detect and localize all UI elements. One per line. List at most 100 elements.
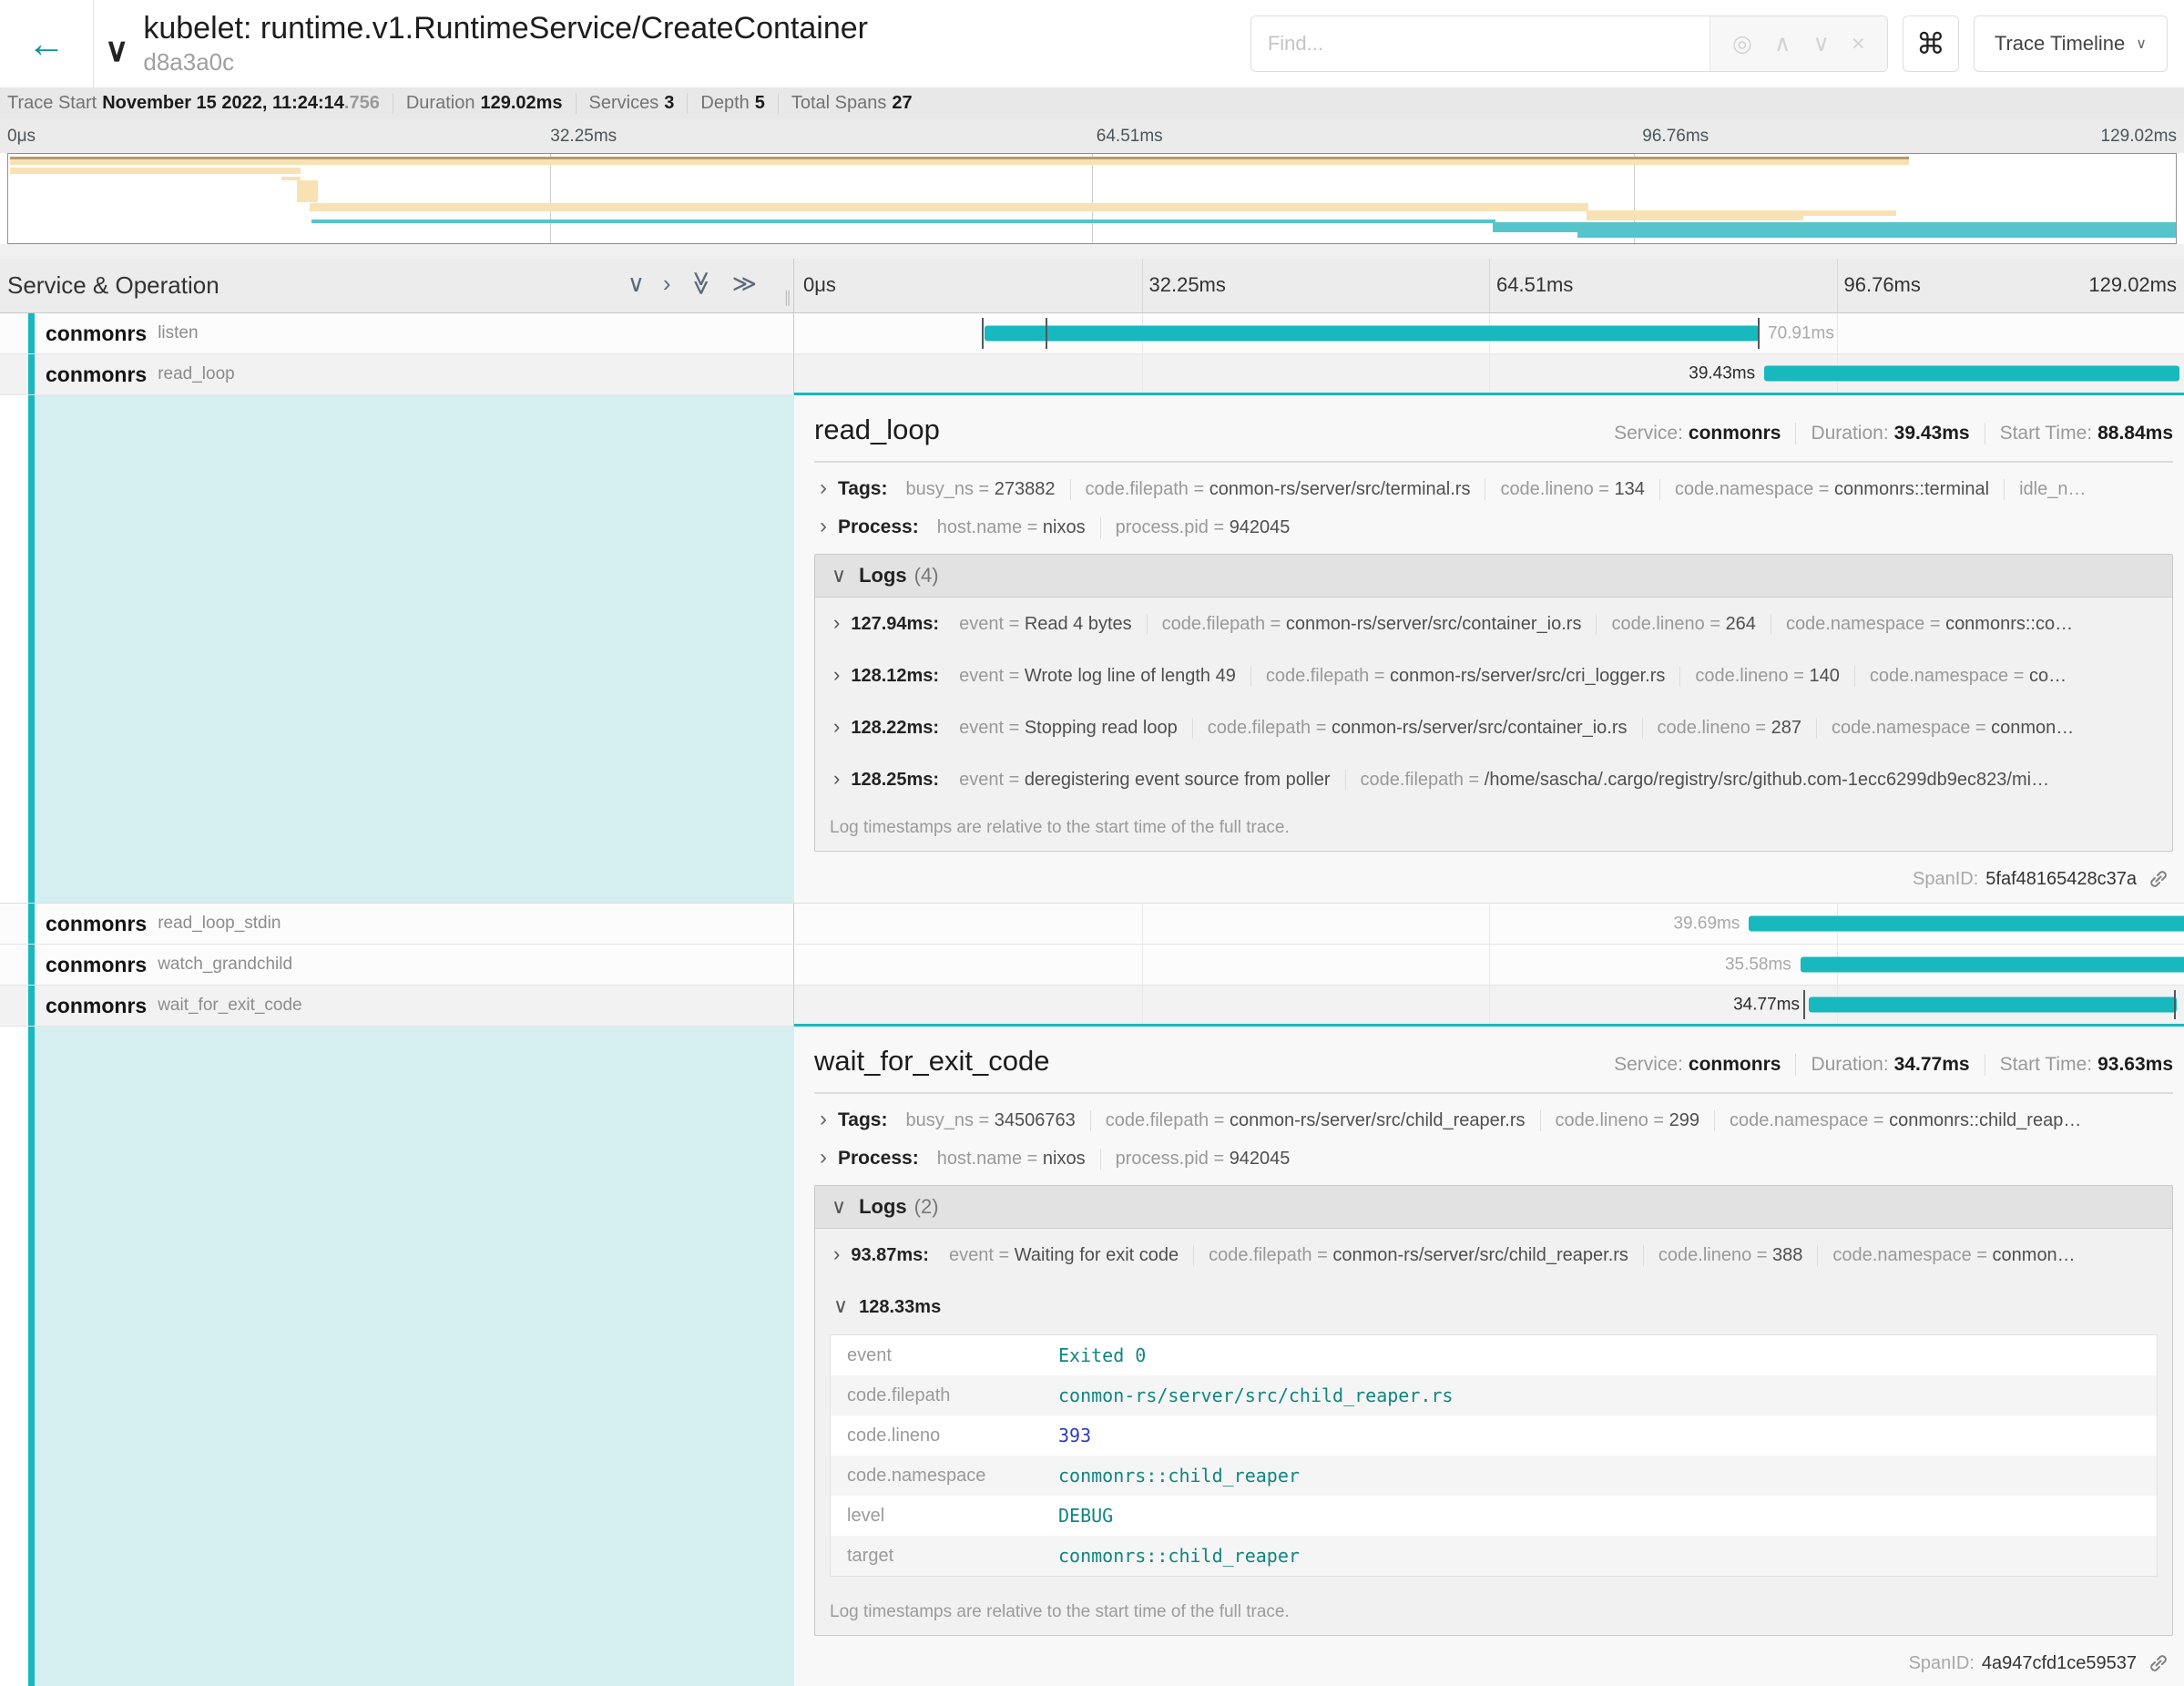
timeline-minimap[interactable]: [7, 153, 2177, 244]
span-operation: wait_for_exit_code: [158, 996, 301, 1016]
log-entry[interactable]: › 93.87ms: eventWaiting for exit code co…: [815, 1229, 2172, 1281]
process-row[interactable]: › Process: host.namenixos process.pid942…: [814, 514, 2173, 541]
span-color-bar: [28, 945, 35, 985]
span-bar[interactable]: 70.91ms: [985, 326, 1759, 342]
chevron-down-icon: ∨: [832, 1195, 846, 1219]
find-clear-icon[interactable]: ×: [1852, 31, 1865, 57]
log-entry[interactable]: › 128.12ms: eventWrote log line of lengt…: [815, 649, 2172, 701]
detail-content: read_loop Service:conmonrs Duration:39.4…: [794, 395, 2184, 903]
row-gridline: [1142, 986, 1143, 1024]
logs-header[interactable]: ∨ Logs (2): [815, 1186, 2172, 1229]
spanid-row: SpanID: 4a947cfd1ce59537: [814, 1652, 2173, 1674]
span-bar[interactable]: 34.77ms: [1809, 997, 2177, 1013]
row-gridline: [1142, 354, 1143, 393]
expand-all-icon[interactable]: ≫: [732, 271, 757, 295]
span-bar[interactable]: 39.69ms: [1749, 916, 2184, 932]
timeline-tick: 129.02ms: [2088, 273, 2177, 297]
log-entry[interactable]: › 127.94ms: eventRead 4 bytes code.filep…: [815, 598, 2172, 649]
row-gridline: [1142, 904, 1143, 944]
log-fields-table: event Exited 0 code.filepath conmon-rs/s…: [830, 1334, 2158, 1577]
chevron-right-icon: ›: [820, 1107, 827, 1132]
back-button[interactable]: ←: [0, 0, 94, 87]
detail-left-gutter: [0, 395, 794, 903]
span-name-cell: conmonrs wait_for_exit_code: [0, 986, 794, 1027]
detail-content: wait_for_exit_code Service:conmonrs Dura…: [794, 1027, 2184, 1686]
trace-header-collapse-icon[interactable]: ∨: [105, 34, 128, 66]
deep-link-icon[interactable]: [2148, 868, 2169, 890]
minimap-tick: 64.51ms: [1097, 127, 1163, 147]
chevron-right-icon: ›: [820, 514, 827, 539]
collapse-all-icon[interactable]: ≫: [689, 271, 713, 295]
logs-note: Log timestamps are relative to the start…: [815, 1589, 2172, 1635]
timeline-tick: 0μs: [803, 273, 836, 297]
process-row[interactable]: › Process: host.namenixos process.pid942…: [814, 1145, 2173, 1172]
trace-start: Trace StartNovember 15 2022, 11:24:14.75…: [7, 93, 393, 114]
timeline-gridline: [1489, 259, 1490, 312]
minimap-span-bar: [10, 157, 1909, 165]
span-row-listen[interactable]: conmonrs listen 70.91ms: [0, 313, 2184, 354]
chevron-right-icon: ›: [833, 663, 840, 687]
span-service: conmonrs: [46, 994, 147, 1018]
spanid-label: SpanID:: [1913, 869, 1978, 890]
minimap-tick: 96.76ms: [1642, 127, 1709, 147]
chevron-right-icon: ›: [833, 611, 840, 635]
chevron-right-icon: ›: [833, 715, 840, 739]
row-gridline: [1142, 945, 1143, 985]
tags-label: Tags:: [838, 1109, 887, 1131]
minimap-span-bar: [1493, 222, 2176, 232]
row-gridline: [1489, 354, 1490, 393]
span-color-bar: [28, 904, 35, 944]
collapse-one-icon[interactable]: ∨: [628, 271, 645, 295]
minimap-gridline: [550, 154, 551, 243]
log-entry[interactable]: › 128.22ms: eventStopping read loop code…: [815, 701, 2172, 753]
logs-block: ∨ Logs (4) › 127.94ms: eventRead 4 bytes…: [814, 554, 2173, 852]
trace-id: d8a3a0c: [143, 48, 868, 77]
spanid-row: SpanID: 5faf48165428c37a: [814, 868, 2173, 890]
span-row-wait-for-exit-code[interactable]: conmonrs wait_for_exit_code 34.77ms: [0, 986, 2184, 1027]
find-prev-icon[interactable]: ∧: [1774, 30, 1791, 57]
spanid-label: SpanID:: [1909, 1653, 1975, 1674]
span-timeline-cell: 39.43ms: [794, 354, 2184, 395]
span-timeline-cell: 70.91ms: [794, 313, 2184, 354]
span-bar[interactable]: 35.58ms: [1801, 957, 2184, 973]
service-operation-title: Service & Operation: [7, 271, 219, 300]
log-field-row: event Exited 0: [831, 1335, 2157, 1375]
timeline-gridline: [1837, 259, 1838, 312]
span-row-watch-grandchild[interactable]: conmonrs watch_grandchild 35.58ms: [0, 945, 2184, 986]
expand-one-icon[interactable]: ›: [663, 271, 671, 295]
span-detail-wait-for-exit-code: wait_for_exit_code Service:conmonrs Dura…: [0, 1027, 2184, 1686]
find-input[interactable]: [1251, 16, 1709, 71]
back-arrow-icon: ←: [27, 22, 66, 66]
find-scope-icon[interactable]: ◎: [1732, 30, 1752, 57]
log-field-row: code.lineno 393: [831, 1415, 2157, 1456]
log-marker: [2174, 990, 2176, 1019]
chevron-right-icon: ›: [833, 767, 840, 791]
span-color-bar: [28, 395, 35, 903]
span-service: conmonrs: [46, 912, 147, 936]
trace-timeline-page: ← ∨ kubelet: runtime.v1.RuntimeService/C…: [0, 0, 2184, 1686]
log-entry[interactable]: › 128.25ms: eventderegistering event sou…: [815, 753, 2172, 805]
logs-count: (2): [914, 1195, 939, 1219]
tags-row[interactable]: › Tags: busy_ns34506763 code.filepathcon…: [814, 1107, 2173, 1134]
span-bar[interactable]: 39.43ms: [1764, 366, 2179, 382]
span-duration-label: 34.77ms: [1733, 995, 1800, 1015]
row-gridline: [1489, 945, 1490, 985]
span-operation: listen: [158, 323, 198, 343]
chevron-down-icon: ∨: [2136, 35, 2147, 53]
trace-summary-bar: Trace StartNovember 15 2022, 11:24:14.75…: [0, 87, 2184, 118]
deep-link-icon[interactable]: [2148, 1652, 2169, 1674]
find-next-icon[interactable]: ∨: [1813, 30, 1830, 57]
logs-header[interactable]: ∨ Logs (4): [815, 555, 2172, 598]
log-entry-expanded[interactable]: ∨ 128.33ms: [815, 1281, 2172, 1333]
header-controls: ◎ ∧ ∨ × ⌘ Trace Timeline ∨: [1250, 15, 2184, 72]
span-row-read-loop-stdin[interactable]: conmonrs read_loop_stdin 39.69ms: [0, 904, 2184, 945]
minimap-span-bar: [297, 180, 319, 202]
span-row-read-loop[interactable]: conmonrs read_loop 39.43ms: [0, 354, 2184, 395]
view-selector-button[interactable]: Trace Timeline ∨: [1974, 15, 2168, 72]
column-resize-handle[interactable]: ∥: [784, 289, 792, 307]
keyboard-shortcuts-button[interactable]: ⌘: [1903, 15, 1959, 72]
chevron-down-icon: ∨: [833, 1294, 848, 1318]
logs-note: Log timestamps are relative to the start…: [815, 805, 2172, 851]
detail-highlight: [35, 1027, 794, 1686]
tags-row[interactable]: › Tags: busy_ns273882 code.filepathconmo…: [814, 475, 2173, 503]
